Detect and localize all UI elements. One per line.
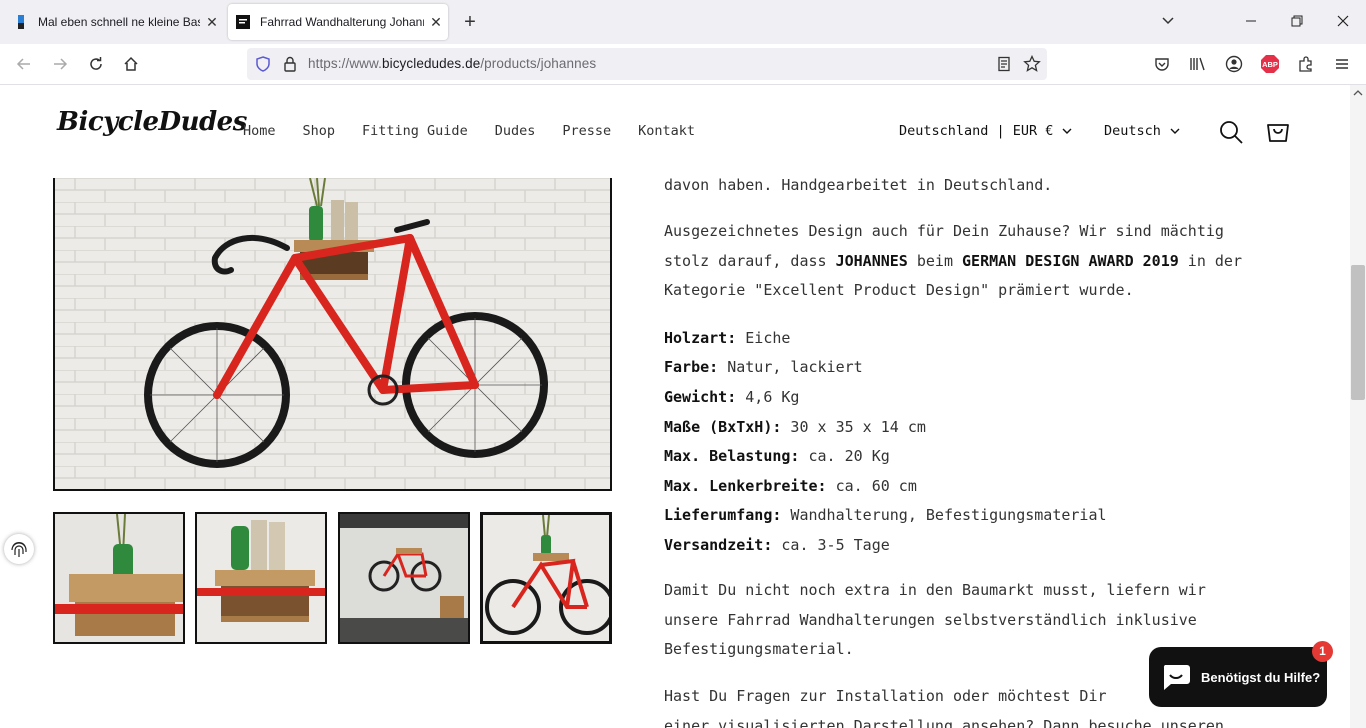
browser-nav-bar: https://www.bicycledudes.de/products/joh… <box>0 44 1366 85</box>
spec-row: Maße (BxTxH): 30 x 35 x 14 cm <box>664 418 926 436</box>
url-bar[interactable]: https://www.bicycledudes.de/products/joh… <box>247 48 1047 80</box>
delivery-line-3: Befestigungsmaterial. <box>664 640 854 659</box>
site-favicon-icon <box>18 15 24 29</box>
spec-row: Max. Lenkerbreite: ca. 60 cm <box>664 477 917 495</box>
page-scrollbar[interactable] <box>1350 85 1366 728</box>
chevron-down-icon <box>1170 128 1180 134</box>
adblock-icon[interactable]: ABP <box>1258 52 1282 76</box>
spec-row: Farbe: Natur, lackiert <box>664 358 863 376</box>
nav-item-kontakt[interactable]: Kontakt <box>638 123 695 139</box>
site-header: BicycleDudes Home Shop Fitting Guide Dud… <box>0 85 1350 178</box>
spec-row: Lieferumfang: Wandhalterung, Befestigung… <box>664 506 1107 524</box>
forward-icon[interactable] <box>48 52 72 76</box>
close-window-icon[interactable] <box>1331 10 1355 34</box>
bookmark-star-icon[interactable] <box>1023 55 1041 73</box>
delivery-paragraph: Damit Du nicht noch extra in den Baumark… <box>664 576 1206 665</box>
room-bike-photo <box>340 514 468 642</box>
product-thumbnail-3[interactable] <box>338 512 470 644</box>
reload-icon[interactable] <box>84 52 108 76</box>
browser-tab-active[interactable]: Fahrrad Wandhalterung Johannes ✕ <box>228 4 448 40</box>
chat-notification-badge: 1 <box>1312 641 1333 662</box>
product-main-image[interactable] <box>53 178 612 491</box>
nav-item-shop[interactable]: Shop <box>303 123 336 139</box>
delivery-line-2: unsere Fahrrad Wandhalterungen selbstver… <box>664 610 1197 629</box>
shield-icon[interactable] <box>255 56 271 72</box>
installation-paragraph: Hast Du Fragen zur Installation oder möc… <box>664 682 1224 728</box>
description-line: davon haben. Handgearbeitet in Deutschla… <box>664 176 1053 194</box>
browser-tab-bar: Mal eben schnell ne kleine Bastelei ✕ Fa… <box>0 0 1366 44</box>
nav-item-dudes[interactable]: Dudes <box>495 123 536 139</box>
chat-bubble-icon <box>1163 665 1190 690</box>
spec-row: Holzart: Eiche <box>664 329 791 347</box>
award-paragraph: Ausgezeichnetes Design auch für Dein Zuh… <box>664 217 1242 306</box>
chevron-down-icon <box>1062 128 1072 134</box>
home-icon[interactable] <box>119 52 143 76</box>
award-line-2: stolz darauf, dass JOHANNES beim GERMAN … <box>664 251 1242 270</box>
chat-help-button[interactable]: Benötigst du Hilfe? <box>1149 647 1327 707</box>
tab-close-icon[interactable]: ✕ <box>200 14 224 31</box>
award-line-3: Kategorie "Excellent Product Design" prä… <box>664 281 1134 300</box>
language-label: Deutsch <box>1104 123 1161 139</box>
award-line-1: Ausgezeichnetes Design auch für Dein Zuh… <box>664 222 1224 240</box>
search-icon[interactable] <box>1218 119 1244 145</box>
delivery-line-1: Damit Du nicht noch extra in den Baumark… <box>664 581 1206 599</box>
url-text: https://www.bicycledudes.de/products/joh… <box>308 56 597 71</box>
scroll-up-icon[interactable] <box>1353 89 1363 97</box>
tab-title: Mal eben schnell ne kleine Bastelei <box>38 15 200 29</box>
site-favicon-icon <box>236 15 250 29</box>
nav-item-home[interactable]: Home <box>243 123 276 139</box>
shelf-books-photo <box>197 514 325 642</box>
new-tab-icon[interactable]: + <box>458 10 482 34</box>
installation-line-2: einer visualisierten Darstellung ansehen… <box>664 716 1224 728</box>
spec-row: Max. Belastung: ca. 20 Kg <box>664 447 890 465</box>
fingerprint-icon <box>11 542 27 557</box>
extensions-icon[interactable] <box>1294 52 1318 76</box>
language-selector[interactable]: Deutsch <box>1104 123 1181 139</box>
fingerprint-widget[interactable] <box>4 534 34 564</box>
product-thumbnail-4[interactable] <box>480 512 612 644</box>
country-currency-selector[interactable]: Deutschland | EUR € <box>899 123 1073 139</box>
restore-icon[interactable] <box>1285 10 1309 34</box>
tab-close-icon[interactable]: ✕ <box>424 14 448 31</box>
product-thumbnail-1[interactable] <box>53 512 185 644</box>
bike-on-shelf-photo <box>483 515 609 641</box>
nav-item-fitting-guide[interactable]: Fitting Guide <box>362 123 468 139</box>
tab-list-chevron-icon[interactable] <box>1156 10 1180 34</box>
menu-icon[interactable] <box>1330 52 1354 76</box>
country-currency-label: Deutschland | EUR € <box>899 123 1054 139</box>
spec-row: Gewicht: 4,6 Kg <box>664 388 800 406</box>
site-logo[interactable]: BicycleDudes <box>57 107 247 137</box>
bike-on-wall-photo <box>55 178 610 489</box>
tab-title: Fahrrad Wandhalterung Johannes <box>260 15 424 29</box>
pocket-icon[interactable] <box>1150 52 1174 76</box>
chat-help-label: Benötigst du Hilfe? <box>1201 669 1321 685</box>
reader-view-icon[interactable] <box>996 56 1012 72</box>
account-icon[interactable] <box>1222 52 1246 76</box>
shelf-closeup-photo <box>55 514 183 642</box>
minimize-icon[interactable] <box>1239 10 1263 34</box>
nav-item-presse[interactable]: Presse <box>562 123 611 139</box>
svg-text:ABP: ABP <box>1262 60 1278 69</box>
installation-line-1: Hast Du Fragen zur Installation oder möc… <box>664 687 1107 705</box>
library-icon[interactable] <box>1186 52 1210 76</box>
cart-icon[interactable] <box>1265 119 1291 145</box>
scrollbar-thumb[interactable] <box>1351 265 1365 400</box>
main-navigation: Home Shop Fitting Guide Dudes Presse Kon… <box>243 123 722 139</box>
browser-tab-inactive[interactable]: Mal eben schnell ne kleine Bastelei ✕ <box>6 4 224 40</box>
back-icon[interactable] <box>12 52 36 76</box>
lock-icon[interactable] <box>282 56 298 72</box>
spec-row: Versandzeit: ca. 3-5 Tage <box>664 536 890 554</box>
product-thumbnail-2[interactable] <box>195 512 327 644</box>
